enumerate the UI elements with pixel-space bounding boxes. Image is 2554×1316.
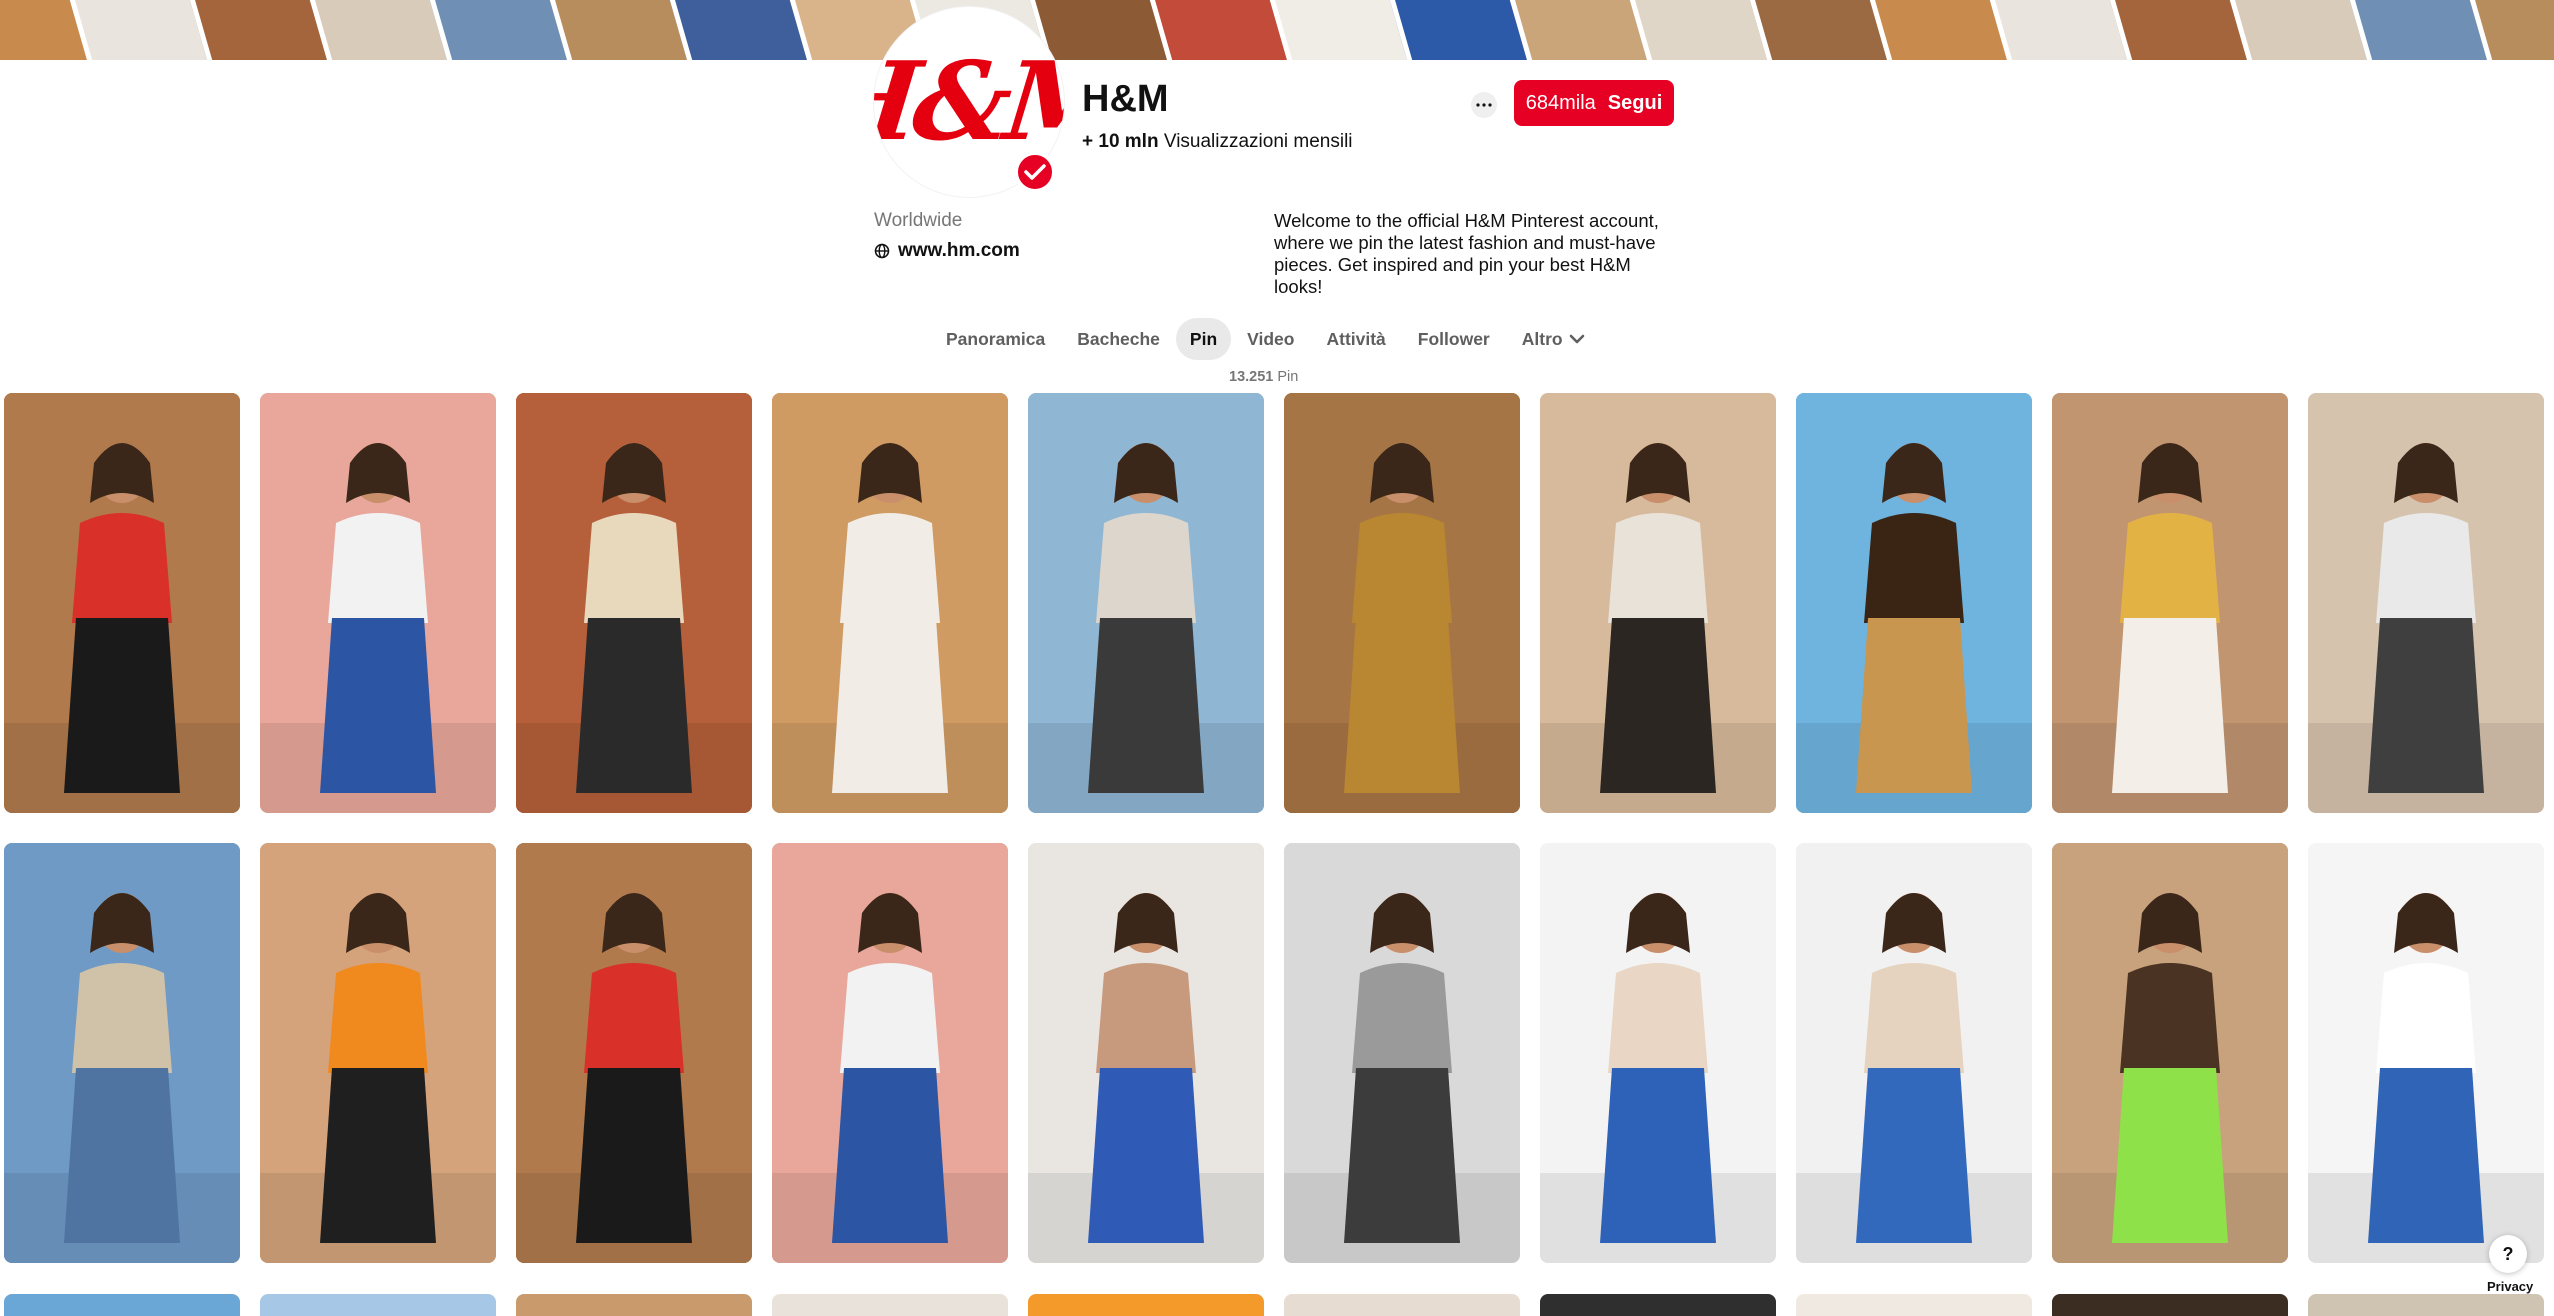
pin-card-partial[interactable] — [516, 1294, 752, 1316]
pin-image — [1028, 843, 1264, 1263]
pin-image — [2308, 393, 2544, 813]
pin-card[interactable] — [260, 393, 496, 813]
follow-button[interactable]: 684mila Segui — [1514, 80, 1674, 126]
pin-card-partial[interactable] — [4, 1294, 240, 1316]
tab-altro-label: Altro — [1521, 328, 1563, 349]
follower-count: 684mila — [1525, 91, 1596, 114]
pin-card[interactable] — [1796, 393, 2032, 813]
pin-image — [772, 843, 1008, 1263]
follow-label: Segui — [1607, 91, 1663, 114]
monthly-views-label: Visualizzazioni mensili — [1163, 131, 1353, 152]
pin-count: 13.251 Pin — [1229, 369, 1298, 385]
pin-card[interactable] — [772, 843, 1008, 1263]
pin-card[interactable] — [1796, 843, 2032, 1263]
pin-count-label: Pin — [1277, 369, 1299, 385]
pin-card[interactable] — [2052, 393, 2288, 813]
tab-panoramica[interactable]: Panoramica — [930, 318, 1061, 360]
pin-image — [2308, 843, 2544, 1263]
pin-image — [1796, 843, 2032, 1263]
pin-image — [1796, 393, 2032, 813]
ellipsis-icon — [1476, 103, 1492, 107]
pin-image — [260, 393, 496, 813]
pin-image — [2052, 843, 2288, 1263]
tab-bacheche[interactable]: Bacheche — [1061, 318, 1176, 360]
profile-website-link[interactable]: www.hm.com — [874, 240, 1020, 262]
profile-cover-collage — [0, 0, 2554, 60]
pin-card-partial[interactable] — [1284, 1294, 1520, 1316]
pin-image — [1284, 393, 1520, 813]
pin-card[interactable] — [1028, 843, 1264, 1263]
pin-image — [1028, 393, 1264, 813]
monthly-views: + 10 mln Visualizzazioni mensili — [1082, 131, 1353, 153]
pin-card-partial[interactable] — [1028, 1294, 1264, 1316]
pin-card-partial[interactable] — [2052, 1294, 2288, 1316]
privacy-link[interactable]: Privacy — [2487, 1279, 2533, 1294]
pin-image — [772, 393, 1008, 813]
pin-card[interactable] — [772, 393, 1008, 813]
profile-location: Worldwide — [874, 210, 963, 231]
website-url: www.hm.com — [898, 240, 1020, 261]
pin-image — [2052, 393, 2288, 813]
pin-card[interactable] — [2052, 843, 2288, 1263]
pin-image — [260, 843, 496, 1263]
pin-card[interactable] — [4, 393, 240, 813]
pin-card[interactable] — [1284, 393, 1520, 813]
hm-logo: H&M — [874, 39, 1064, 165]
verified-check-icon — [1014, 151, 1056, 193]
pin-card[interactable] — [260, 843, 496, 1263]
tab-video[interactable]: Video — [1231, 318, 1310, 360]
pin-image — [1540, 843, 1776, 1263]
pin-card[interactable] — [2308, 393, 2544, 813]
pin-image — [4, 843, 240, 1263]
pin-image — [516, 843, 752, 1263]
pin-card-partial[interactable] — [772, 1294, 1008, 1316]
pin-card[interactable] — [2308, 843, 2544, 1263]
pin-card[interactable] — [1540, 843, 1776, 1263]
pin-card[interactable] — [516, 393, 752, 813]
help-button[interactable]: ? — [2489, 1235, 2527, 1273]
pin-card[interactable] — [4, 843, 240, 1263]
more-options-button[interactable] — [1471, 92, 1497, 118]
pin-image — [4, 393, 240, 813]
profile-bio: Welcome to the official H&M Pinterest ac… — [1274, 210, 1659, 297]
pin-card[interactable] — [1028, 393, 1264, 813]
globe-icon — [874, 243, 890, 259]
chevron-down-icon — [1569, 334, 1584, 344]
tab-attivita[interactable]: Attività — [1310, 318, 1401, 360]
pin-card-partial[interactable] — [260, 1294, 496, 1316]
pin-card[interactable] — [516, 843, 752, 1263]
pin-card-partial[interactable] — [1796, 1294, 2032, 1316]
profile-name: H&M — [1082, 78, 1169, 120]
tab-follower[interactable]: Follower — [1402, 318, 1506, 360]
pin-card[interactable] — [1284, 843, 1520, 1263]
monthly-views-value: + 10 mln — [1082, 131, 1159, 152]
pin-card[interactable] — [1540, 393, 1776, 813]
pin-image — [1284, 843, 1520, 1263]
pin-card-partial[interactable] — [2308, 1294, 2544, 1316]
pin-image — [516, 393, 752, 813]
profile-tabs: Panoramica Bacheche Pin Video Attività F… — [930, 318, 1601, 360]
tab-pin[interactable]: Pin — [1175, 318, 1232, 360]
pin-card-partial[interactable] — [1540, 1294, 1776, 1316]
pin-image — [1540, 393, 1776, 813]
pin-count-value: 13.251 — [1229, 369, 1274, 385]
tab-altro[interactable]: Altro — [1506, 318, 1601, 360]
